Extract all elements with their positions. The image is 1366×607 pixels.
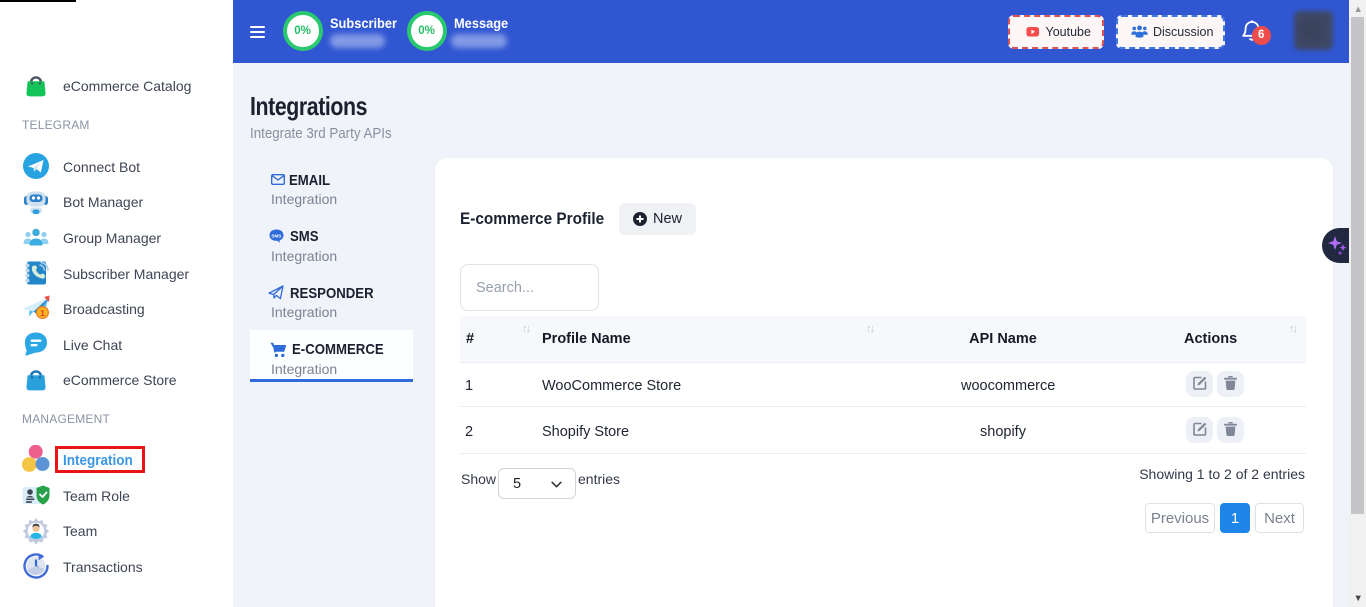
svg-text:SMS: SMS [271, 233, 281, 238]
svg-text:1: 1 [40, 308, 45, 318]
